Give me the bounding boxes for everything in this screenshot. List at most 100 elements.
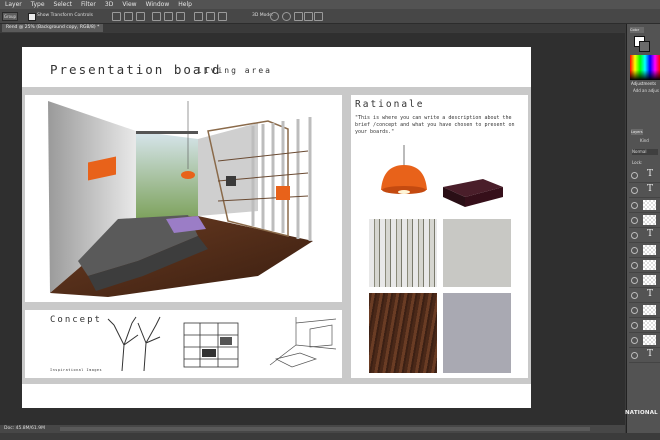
3d-slide-icon[interactable] — [304, 12, 313, 21]
3d-roll-icon[interactable] — [282, 12, 291, 21]
menu-layer[interactable]: Layer — [5, 1, 22, 8]
text-layer-icon: T — [647, 349, 654, 359]
align-vcenter-icon[interactable] — [124, 12, 133, 21]
board-title: Presentation board — [50, 62, 222, 77]
eye-icon[interactable] — [631, 262, 638, 269]
walnut-wood-swatch — [369, 293, 437, 373]
layer-row[interactable] — [629, 213, 660, 228]
menu-help[interactable]: Help — [178, 1, 192, 8]
align-left-icon[interactable] — [152, 12, 161, 21]
layer-row[interactable]: T — [629, 288, 660, 303]
menu-3d[interactable]: 3D — [105, 1, 113, 8]
align-bottom-icon[interactable] — [136, 12, 145, 21]
layer-row[interactable] — [629, 243, 660, 258]
board-frame-right — [528, 87, 531, 383]
align-right-icon[interactable] — [176, 12, 185, 21]
concept-heading: Concept — [50, 315, 102, 325]
board-subtitle: living area — [197, 66, 272, 75]
eye-icon[interactable] — [631, 277, 638, 284]
inspiration-label: Inspirational Images — [50, 368, 103, 372]
layer-row[interactable] — [629, 303, 660, 318]
text-layer-icon: T — [647, 229, 654, 239]
layer-thumbnail — [643, 260, 656, 270]
layer-thumbnail — [643, 275, 656, 285]
eye-icon[interactable] — [631, 322, 638, 329]
layer-thumbnail — [643, 245, 656, 255]
menu-type[interactable]: Type — [31, 1, 45, 8]
eye-icon[interactable] — [631, 202, 638, 209]
board-frame-bottom — [22, 378, 531, 384]
menu-bar: Layer Type Select Filter 3D View Window Help — [0, 0, 660, 9]
eye-icon[interactable] — [631, 217, 638, 224]
menu-filter[interactable]: Filter — [81, 1, 96, 8]
layers-tab[interactable]: Layers — [631, 129, 643, 135]
layer-thumbnail — [643, 200, 656, 210]
layer-row[interactable]: T — [629, 168, 660, 183]
shelving-sketch-image — [183, 322, 239, 368]
living-room-render — [48, 101, 313, 297]
coffee-table-image — [443, 179, 503, 207]
eye-icon[interactable] — [631, 187, 638, 194]
text-layer-icon: T — [647, 184, 654, 194]
eye-icon[interactable] — [631, 352, 638, 359]
add-adjustment-label: Add an adjus — [633, 88, 659, 93]
layer-row[interactable] — [629, 318, 660, 333]
layer-row[interactable]: T — [629, 183, 660, 198]
document-tab[interactable]: Rend @ 25% (Background copy, RGB/8) * — [2, 24, 104, 32]
eye-icon[interactable] — [631, 337, 638, 344]
tree-sketch-image — [107, 316, 161, 372]
board-frame-divider — [342, 87, 351, 383]
eye-icon[interactable] — [631, 172, 638, 179]
rationale-text: "This is where you can write a descripti… — [355, 115, 515, 135]
layer-row[interactable] — [629, 333, 660, 348]
menu-select[interactable]: Select — [54, 1, 73, 8]
gray-fabric-swatch — [443, 293, 511, 373]
background-color-swatch[interactable] — [639, 41, 650, 52]
distribute-vcenter-icon[interactable] — [206, 12, 215, 21]
eye-icon[interactable] — [631, 247, 638, 254]
adjustments-tab[interactable]: Adjustments — [631, 81, 656, 86]
layer-row[interactable] — [629, 258, 660, 273]
layer-thumbnail — [643, 320, 656, 330]
eye-icon[interactable] — [631, 307, 638, 314]
3d-rotate-icon[interactable] — [270, 12, 279, 21]
color-spectrum[interactable] — [630, 55, 660, 80]
3d-pan-icon[interactable] — [294, 12, 303, 21]
color-panel-tab[interactable]: Color — [630, 27, 644, 33]
eye-icon[interactable] — [631, 232, 638, 239]
board-frame-left — [22, 87, 25, 383]
show-transform-checkbox[interactable] — [28, 13, 36, 21]
distribute-bottom-icon[interactable] — [218, 12, 227, 21]
birch-wallpaper-swatch — [369, 219, 437, 287]
align-top-icon[interactable] — [112, 12, 121, 21]
show-transform-label: Show Transform Controls — [37, 13, 93, 18]
text-layer-icon: T — [647, 169, 654, 179]
pendant-lamp-image — [381, 145, 427, 194]
board-frame-mid — [22, 302, 351, 310]
auto-select-dropdown[interactable]: Group — [2, 12, 18, 21]
layer-row[interactable]: T — [629, 348, 660, 363]
options-bar: Group Show Transform Controls 3D Mode: — [0, 9, 660, 24]
layer-row[interactable] — [629, 273, 660, 288]
text-layer-icon: T — [647, 289, 654, 299]
menu-window[interactable]: Window — [146, 1, 170, 8]
rationale-heading: Rationale — [355, 99, 425, 110]
horizontal-scrollbar[interactable] — [60, 427, 590, 431]
blend-mode-dropdown[interactable]: Normal — [632, 149, 658, 155]
eye-icon[interactable] — [631, 292, 638, 299]
doc-size-text: Doc: 45.8M/61.9M — [4, 426, 45, 431]
layer-row[interactable] — [629, 198, 660, 213]
menu-view[interactable]: View — [122, 1, 136, 8]
layer-kind-filter[interactable]: Kind — [640, 138, 649, 143]
3d-scale-icon[interactable] — [314, 12, 323, 21]
watermark-logo: NATIONAL — [625, 410, 658, 416]
layer-thumbnail — [643, 305, 656, 315]
layer-thumbnail — [643, 215, 656, 225]
document-canvas[interactable]: Presentation board living area Rationale… — [22, 47, 531, 408]
align-hcenter-icon[interactable] — [164, 12, 173, 21]
layer-row[interactable]: T — [629, 228, 660, 243]
board-frame-top — [22, 87, 531, 95]
distribute-top-icon[interactable] — [194, 12, 203, 21]
lock-label: Lock: — [632, 160, 643, 165]
gray-paint-swatch — [443, 219, 511, 287]
